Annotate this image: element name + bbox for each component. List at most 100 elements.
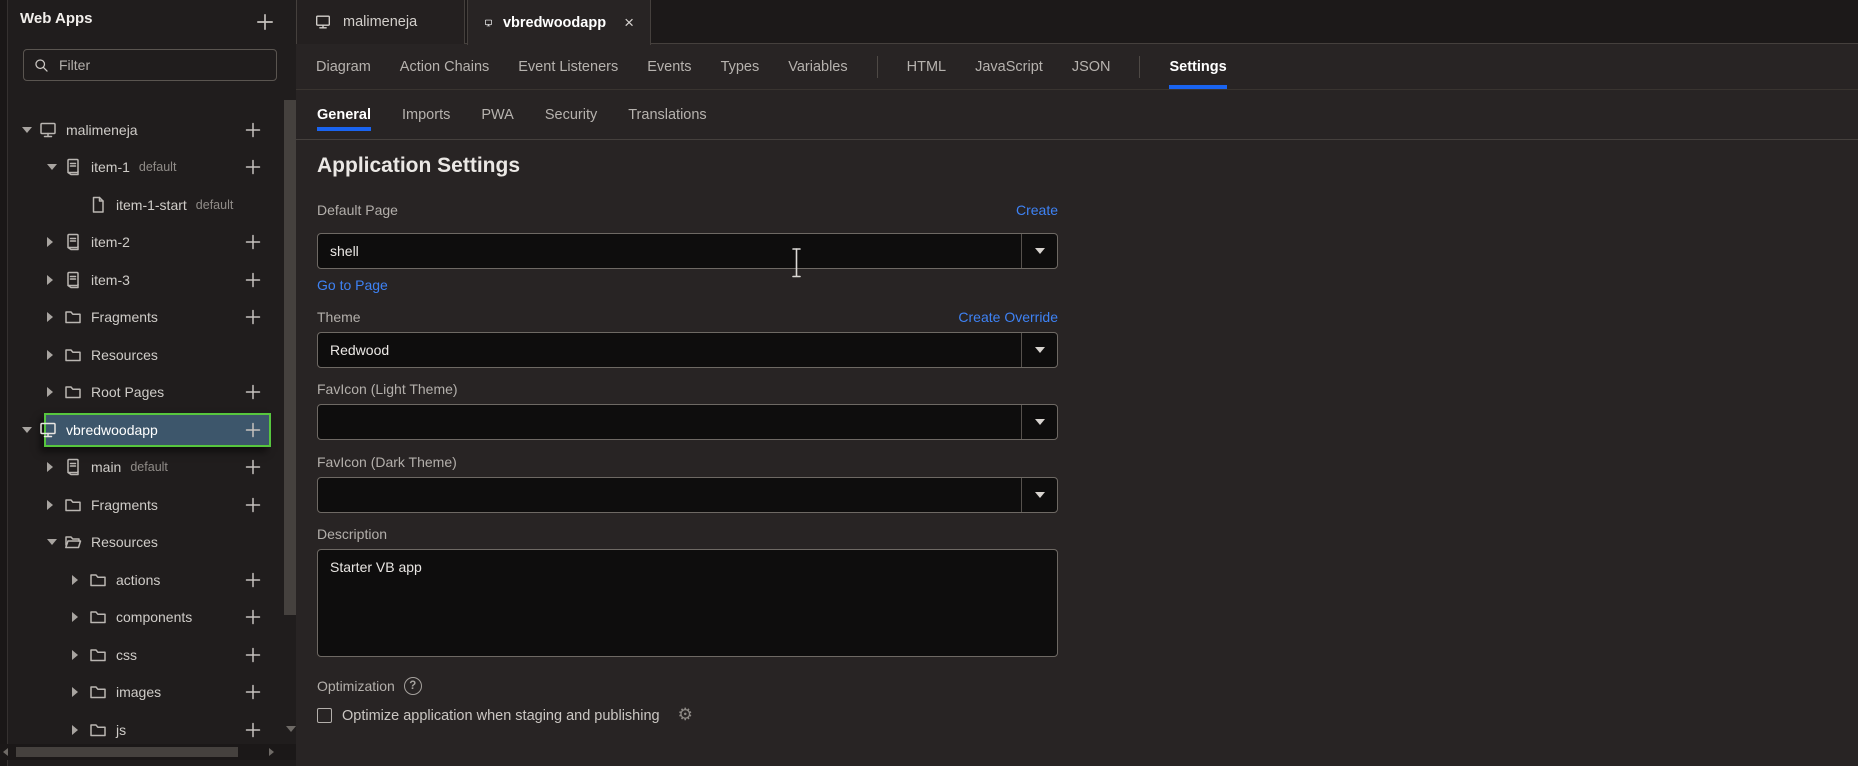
- help-icon[interactable]: ?: [403, 677, 422, 695]
- create-page-link[interactable]: Create: [1016, 202, 1058, 218]
- tree-item-resources[interactable]: Resources: [0, 336, 296, 374]
- tree-item-fragments[interactable]: Fragments: [0, 299, 296, 337]
- tree-item-images[interactable]: images: [0, 674, 296, 712]
- chevron-down-icon[interactable]: [22, 126, 38, 133]
- add-icon[interactable]: [243, 420, 263, 440]
- chevron-right-icon[interactable]: [47, 499, 63, 510]
- sub-tab-imports[interactable]: Imports: [402, 90, 450, 140]
- app-tree: malimeneja item-1 default item-1-start d…: [0, 111, 296, 749]
- panel-title: Web Apps: [20, 10, 93, 27]
- description-textarea[interactable]: Starter VB app: [317, 549, 1058, 657]
- tab-types[interactable]: Types: [721, 44, 760, 90]
- tree-item-actions[interactable]: actions: [0, 561, 296, 599]
- add-icon[interactable]: [243, 120, 263, 140]
- chevron-right-icon[interactable]: [47, 312, 63, 323]
- tab-json[interactable]: JSON: [1072, 44, 1111, 90]
- chevron-right-icon[interactable]: [47, 349, 63, 360]
- close-icon[interactable]: ×: [624, 14, 634, 31]
- optimize-checkbox-label: Optimize application when staging and pu…: [342, 707, 660, 724]
- tree-item-item-2[interactable]: item-2: [0, 224, 296, 262]
- horizontal-scrollbar-thumb[interactable]: [16, 747, 238, 757]
- dropdown-button[interactable]: [1021, 234, 1057, 268]
- add-icon[interactable]: [243, 270, 263, 290]
- tab-event-listeners[interactable]: Event Listeners: [518, 44, 618, 90]
- chevron-down-icon[interactable]: [47, 164, 63, 171]
- add-icon[interactable]: [243, 682, 263, 702]
- add-web-app-icon[interactable]: [254, 11, 276, 33]
- scroll-down-arrow[interactable]: [286, 726, 296, 732]
- favicon-dark-select[interactable]: [317, 477, 1058, 513]
- tree-item-label: item-2: [91, 234, 130, 251]
- tab-diagram[interactable]: Diagram: [316, 44, 371, 90]
- scroll-left-arrow[interactable]: [3, 748, 8, 756]
- filter-input[interactable]: [59, 57, 267, 73]
- add-icon[interactable]: [243, 645, 263, 665]
- tab-html[interactable]: HTML: [907, 44, 946, 90]
- editor-tab-vbredwoodapp[interactable]: vbredwoodapp ×: [467, 0, 651, 45]
- chevron-right-icon[interactable]: [47, 237, 63, 248]
- add-icon[interactable]: [243, 495, 263, 515]
- add-icon[interactable]: [243, 232, 263, 252]
- chevron-right-icon[interactable]: [72, 612, 88, 623]
- chevron-right-icon[interactable]: [47, 462, 63, 473]
- tree-item-badge: default: [138, 160, 177, 175]
- chevron-down-icon[interactable]: [22, 426, 38, 433]
- add-icon[interactable]: [243, 720, 263, 740]
- filter-box[interactable]: [23, 49, 277, 81]
- default-page-select[interactable]: shell: [317, 233, 1058, 269]
- tree-item-item-1[interactable]: item-1 default: [0, 149, 296, 187]
- tab-action-chains[interactable]: Action Chains: [400, 44, 489, 90]
- favicon-light-select[interactable]: [317, 404, 1058, 440]
- chevron-right-icon[interactable]: [47, 387, 63, 398]
- vertical-scrollbar-thumb[interactable]: [284, 100, 296, 615]
- chevron-right-icon[interactable]: [72, 649, 88, 660]
- tree-item-css[interactable]: css: [0, 636, 296, 674]
- dropdown-button[interactable]: [1021, 333, 1057, 367]
- sub-tab-translations[interactable]: Translations: [628, 90, 706, 140]
- tree-item-fragments[interactable]: Fragments: [0, 486, 296, 524]
- chevron-right-icon[interactable]: [72, 574, 88, 585]
- tree-item-malimeneja[interactable]: malimeneja: [0, 111, 296, 149]
- chevron-down-icon[interactable]: [47, 539, 63, 546]
- chevron-right-icon[interactable]: [72, 687, 88, 698]
- tab-divider: [1139, 55, 1141, 78]
- add-icon[interactable]: [243, 607, 263, 627]
- tree-item-item-1-start[interactable]: item-1-start default: [0, 186, 296, 224]
- folder-icon: [63, 382, 83, 402]
- add-icon[interactable]: [243, 307, 263, 327]
- add-icon[interactable]: [243, 570, 263, 590]
- sub-tab-security[interactable]: Security: [545, 90, 597, 140]
- tree-item-js[interactable]: js: [0, 711, 296, 749]
- add-icon[interactable]: [243, 157, 263, 177]
- dropdown-button[interactable]: [1021, 478, 1057, 512]
- tab-javascript[interactable]: JavaScript: [975, 44, 1043, 90]
- gear-icon[interactable]: ⚙: [678, 707, 693, 724]
- tree-item-vbredwoodapp[interactable]: vbredwoodapp: [0, 411, 296, 449]
- tree-item-main[interactable]: main default: [0, 449, 296, 487]
- add-icon[interactable]: [243, 457, 263, 477]
- theme-select[interactable]: Redwood: [317, 332, 1058, 368]
- tree-item-label: Fragments: [91, 496, 158, 513]
- tab-events[interactable]: Events: [647, 44, 691, 90]
- tree-item-label: Fragments: [91, 309, 158, 326]
- sub-tab-pwa[interactable]: PWA: [481, 90, 514, 140]
- chevron-right-icon[interactable]: [47, 274, 63, 285]
- tree-item-item-3[interactable]: item-3: [0, 261, 296, 299]
- create-override-link[interactable]: Create Override: [958, 309, 1058, 325]
- dropdown-button[interactable]: [1021, 405, 1057, 439]
- sub-tab-general[interactable]: General: [317, 90, 371, 140]
- editor-tab-malimeneja[interactable]: malimeneja: [296, 0, 465, 44]
- scroll-right-arrow[interactable]: [269, 748, 274, 756]
- chevron-right-icon[interactable]: [72, 724, 88, 735]
- tree-item-components[interactable]: components: [0, 599, 296, 637]
- folder-icon: [88, 645, 108, 665]
- tree-item-root-pages[interactable]: Root Pages: [0, 374, 296, 412]
- chevron-down-icon: [1034, 492, 1045, 498]
- optimize-checkbox[interactable]: [317, 708, 332, 723]
- add-icon[interactable]: [243, 382, 263, 402]
- go-to-page-link[interactable]: Go to Page: [317, 277, 388, 293]
- tab-variables[interactable]: Variables: [788, 44, 847, 90]
- tab-settings[interactable]: Settings: [1169, 44, 1227, 90]
- tree-item-resources[interactable]: Resources: [0, 524, 296, 562]
- tree-item-label: item-3: [91, 271, 130, 288]
